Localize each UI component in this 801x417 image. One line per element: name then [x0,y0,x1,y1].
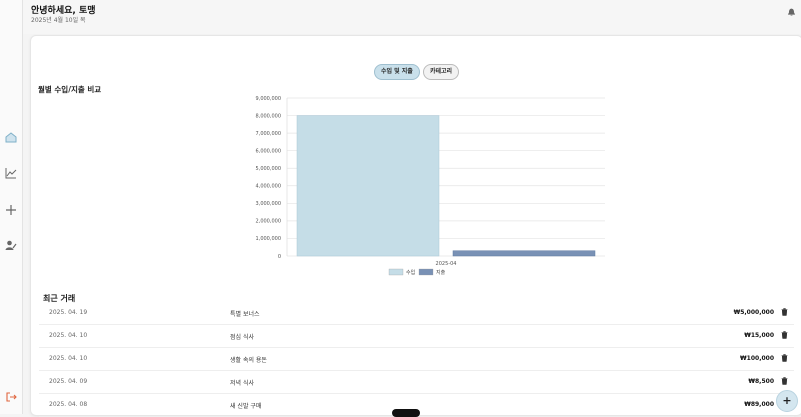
bar-chart: 0 1,000,000 2,000,000 3,000,000 4,000,000 5,0… [256,96,605,276]
transaction-name: 생활 속의 용돈 [230,357,267,364]
user-edit-icon[interactable] [4,238,18,252]
legend-label: 지출 [436,269,446,276]
bar-수입 [296,115,440,257]
transaction-row[interactable]: 2025. 04. 09 저녁 식사 ₩8,500 [39,371,794,394]
add-transaction-button[interactable]: + [776,390,798,412]
transaction-date: 2025. 04. 09 [49,378,88,385]
transaction-amount: ₩5,000,000 [733,309,774,316]
y-tick-label: 9,000,000 [256,96,281,102]
trash-icon[interactable] [781,331,788,339]
plus-icon[interactable] [4,203,18,217]
y-tick-label: 3,000,000 [256,201,281,207]
tab-income-expense[interactable]: 수입 및 지출 [374,64,420,80]
transaction-amount: ₩100,000 [740,355,774,362]
transaction-amount: ₩89,000 [744,401,774,408]
transaction-amount: ₩15,000 [744,332,774,339]
y-tick-label: 0 [278,254,281,260]
y-tick-label: 6,000,000 [256,148,281,154]
bottom-pill [392,409,420,417]
dashboard-card: 수입 및 지출 카테고리 월별 수입/지출 비교 0 1,000,000 2,000… [30,35,801,417]
sidebar [0,0,23,414]
transaction-row[interactable]: 2025. 04. 10 점심 식사 ₩15,000 [39,325,794,348]
transaction-name: 새 신발 구매 [230,403,262,410]
y-tick-label: 1,000,000 [256,236,281,242]
y-tick-label: 2,000,000 [256,219,281,225]
legend-swatch [418,268,434,276]
date-label: 2025년 4월 10일 목 [31,17,86,24]
tab-category[interactable]: 카테고리 [423,64,460,80]
legend-swatch [388,268,404,276]
transaction-list: 2025. 04. 19 특별 보너스 ₩5,000,000 2025. 04. 10… [39,302,794,417]
legend-label: 수입 [406,269,415,276]
transaction-amount: ₩8,500 [748,378,774,385]
transaction-date: 2025. 04. 08 [49,401,88,408]
trash-icon[interactable] [781,354,788,362]
transaction-name: 점심 식사 [230,334,254,341]
transaction-date: 2025. 04. 10 [49,332,88,339]
y-tick-label: 7,000,000 [256,131,281,137]
chart-icon[interactable] [4,166,18,180]
header: 안녕하세요, 토맹 2025년 4월 10일 목 [23,0,801,34]
trash-icon[interactable] [781,308,788,316]
chart-title: 월별 수입/지출 비교 [38,85,102,94]
bar-지출 [452,250,596,257]
transaction-date: 2025. 04. 10 [49,355,88,362]
trash-icon[interactable] [781,377,788,385]
y-tick-label: 4,000,000 [256,184,281,190]
transaction-date: 2025. 04. 19 [49,309,88,316]
transaction-name: 저녁 식사 [230,380,254,387]
transaction-row[interactable]: 2025. 04. 10 생활 속의 용돈 ₩100,000 [39,348,794,371]
bell-icon[interactable] [787,8,796,17]
logout-icon[interactable] [4,390,18,404]
transaction-name: 특별 보너스 [230,311,260,318]
x-tick-label: 2025-04 [436,261,457,267]
y-tick-label: 5,000,000 [256,166,281,172]
home-icon[interactable] [4,130,18,144]
y-tick-label: 8,000,000 [256,113,281,119]
transaction-row[interactable]: 2025. 04. 19 특별 보너스 ₩5,000,000 [39,302,794,325]
